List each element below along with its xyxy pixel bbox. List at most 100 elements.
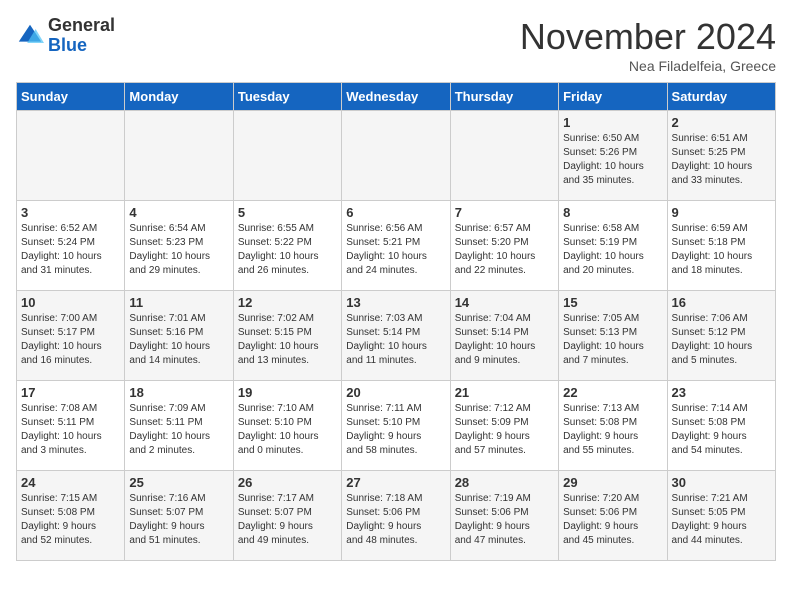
- day-info: Sunrise: 7:04 AM Sunset: 5:14 PM Dayligh…: [455, 312, 554, 368]
- day-number: 13: [346, 295, 445, 310]
- page-header: General Blue November 2024 Nea Filadelfe…: [16, 16, 776, 74]
- day-info: Sunrise: 7:05 AM Sunset: 5:13 PM Dayligh…: [563, 312, 662, 368]
- day-number: 24: [21, 475, 120, 490]
- day-info: Sunrise: 7:02 AM Sunset: 5:15 PM Dayligh…: [238, 312, 337, 368]
- day-info: Sunrise: 6:54 AM Sunset: 5:23 PM Dayligh…: [129, 222, 228, 278]
- calendar-cell: 18Sunrise: 7:09 AM Sunset: 5:11 PM Dayli…: [125, 381, 233, 471]
- calendar-cell: 19 Sunrise: 7:10 AM Sunset: 5:10 PM Dayli…: [233, 381, 341, 471]
- logo-general: General: [48, 16, 115, 36]
- day-info: Sunrise: 7:14 AM Sunset: 5:08 PM Dayligh…: [672, 402, 771, 458]
- header-thursday: Thursday: [450, 83, 558, 111]
- day-number: 28: [455, 475, 554, 490]
- day-info: Sunrise: 7:15 AM Sunset: 5:08 PM Dayligh…: [21, 492, 120, 548]
- calendar-cell: 7 Sunrise: 6:57 AM Sunset: 5:20 PM Daylig…: [450, 201, 558, 291]
- day-info: Sunrise: 7:10 AM Sunset: 5:10 PM Dayligh…: [238, 402, 337, 458]
- day-number: 10: [21, 295, 120, 310]
- calendar-week-row: 24 Sunrise: 7:15 AM Sunset: 5:08 PM Dayli…: [17, 471, 776, 561]
- day-number: 25: [129, 475, 228, 490]
- calendar-cell: 10Sunrise: 7:00 AM Sunset: 5:17 PM Dayli…: [17, 291, 125, 381]
- day-info: Sunrise: 7:03 AM Sunset: 5:14 PM Dayligh…: [346, 312, 445, 368]
- day-number: 26: [238, 475, 337, 490]
- calendar-week-row: 3 Sunrise: 6:52 AM Sunset: 5:24 PM Daylig…: [17, 201, 776, 291]
- calendar-cell: 5Sunrise: 6:55 AM Sunset: 5:22 PM Daylig…: [233, 201, 341, 291]
- day-number: 12: [238, 295, 337, 310]
- day-number: 20: [346, 385, 445, 400]
- day-info: Sunrise: 7:16 AM Sunset: 5:07 PM Dayligh…: [129, 492, 228, 548]
- calendar-cell: 23 Sunrise: 7:14 AM Sunset: 5:08 PM Dayli…: [667, 381, 775, 471]
- day-number: 9: [672, 205, 771, 220]
- day-info: Sunrise: 6:57 AM Sunset: 5:20 PM Dayligh…: [455, 222, 554, 278]
- day-number: 7: [455, 205, 554, 220]
- logo-blue: Blue: [48, 36, 115, 56]
- day-info: Sunrise: 7:11 AM Sunset: 5:10 PM Dayligh…: [346, 402, 445, 458]
- day-number: 11: [129, 295, 228, 310]
- calendar-cell: 26 Sunrise: 7:17 AM Sunset: 5:07 PM Dayli…: [233, 471, 341, 561]
- day-number: 19: [238, 385, 337, 400]
- day-number: 14: [455, 295, 554, 310]
- calendar-week-row: 1Sunrise: 6:50 AM Sunset: 5:26 PM Daylig…: [17, 111, 776, 201]
- calendar-cell: 15 Sunrise: 7:05 AM Sunset: 5:13 PM Dayli…: [559, 291, 667, 381]
- calendar-cell: 13 Sunrise: 7:03 AM Sunset: 5:14 PM Dayli…: [342, 291, 450, 381]
- day-info: Sunrise: 7:08 AM Sunset: 5:11 PM Dayligh…: [21, 402, 120, 458]
- day-info: Sunrise: 7:06 AM Sunset: 5:12 PM Dayligh…: [672, 312, 771, 368]
- calendar-week-row: 10Sunrise: 7:00 AM Sunset: 5:17 PM Dayli…: [17, 291, 776, 381]
- title-area: November 2024 Nea Filadelfeia, Greece: [520, 16, 776, 74]
- calendar-cell: [17, 111, 125, 201]
- day-info: Sunrise: 7:12 AM Sunset: 5:09 PM Dayligh…: [455, 402, 554, 458]
- day-number: 8: [563, 205, 662, 220]
- header-saturday: Saturday: [667, 83, 775, 111]
- calendar-cell: 11 Sunrise: 7:01 AM Sunset: 5:16 PM Dayli…: [125, 291, 233, 381]
- calendar-cell: 16Sunrise: 7:06 AM Sunset: 5:12 PM Dayli…: [667, 291, 775, 381]
- calendar-week-row: 17 Sunrise: 7:08 AM Sunset: 5:11 PM Dayli…: [17, 381, 776, 471]
- calendar-cell: 6Sunrise: 6:56 AM Sunset: 5:21 PM Daylig…: [342, 201, 450, 291]
- day-info: Sunrise: 6:52 AM Sunset: 5:24 PM Dayligh…: [21, 222, 120, 278]
- calendar-cell: 27 Sunrise: 7:18 AM Sunset: 5:06 PM Dayli…: [342, 471, 450, 561]
- calendar-cell: 3 Sunrise: 6:52 AM Sunset: 5:24 PM Daylig…: [17, 201, 125, 291]
- day-number: 17: [21, 385, 120, 400]
- day-info: Sunrise: 6:50 AM Sunset: 5:26 PM Dayligh…: [563, 132, 662, 188]
- calendar-cell: 8Sunrise: 6:58 AM Sunset: 5:19 PM Daylig…: [559, 201, 667, 291]
- calendar-cell: [342, 111, 450, 201]
- day-number: 4: [129, 205, 228, 220]
- header-sunday: Sunday: [17, 83, 125, 111]
- day-info: Sunrise: 7:13 AM Sunset: 5:08 PM Dayligh…: [563, 402, 662, 458]
- calendar-cell: [125, 111, 233, 201]
- day-info: Sunrise: 7:01 AM Sunset: 5:16 PM Dayligh…: [129, 312, 228, 368]
- day-number: 27: [346, 475, 445, 490]
- calendar-cell: 28Sunrise: 7:19 AM Sunset: 5:06 PM Dayli…: [450, 471, 558, 561]
- calendar-cell: 20 Sunrise: 7:11 AM Sunset: 5:10 PM Dayli…: [342, 381, 450, 471]
- day-info: Sunrise: 7:17 AM Sunset: 5:07 PM Dayligh…: [238, 492, 337, 548]
- calendar-cell: 29Sunrise: 7:20 AM Sunset: 5:06 PM Dayli…: [559, 471, 667, 561]
- day-info: Sunrise: 6:59 AM Sunset: 5:18 PM Dayligh…: [672, 222, 771, 278]
- day-number: 3: [21, 205, 120, 220]
- day-number: 15: [563, 295, 662, 310]
- day-info: Sunrise: 7:18 AM Sunset: 5:06 PM Dayligh…: [346, 492, 445, 548]
- day-number: 21: [455, 385, 554, 400]
- calendar-cell: 22 Sunrise: 7:13 AM Sunset: 5:08 PM Dayli…: [559, 381, 667, 471]
- logo-icon: [16, 22, 44, 50]
- month-title: November 2024: [520, 16, 776, 58]
- calendar-cell: 2Sunrise: 6:51 AM Sunset: 5:25 PM Daylig…: [667, 111, 775, 201]
- day-number: 23: [672, 385, 771, 400]
- calendar-cell: 17 Sunrise: 7:08 AM Sunset: 5:11 PM Dayli…: [17, 381, 125, 471]
- calendar-cell: 30 Sunrise: 7:21 AM Sunset: 5:05 PM Dayli…: [667, 471, 775, 561]
- calendar-cell: 1Sunrise: 6:50 AM Sunset: 5:26 PM Daylig…: [559, 111, 667, 201]
- day-info: Sunrise: 7:20 AM Sunset: 5:06 PM Dayligh…: [563, 492, 662, 548]
- logo-text: General Blue: [48, 16, 115, 56]
- day-number: 22: [563, 385, 662, 400]
- location-subtitle: Nea Filadelfeia, Greece: [520, 58, 776, 74]
- calendar-cell: 25 Sunrise: 7:16 AM Sunset: 5:07 PM Dayli…: [125, 471, 233, 561]
- day-number: 30: [672, 475, 771, 490]
- header-tuesday: Tuesday: [233, 83, 341, 111]
- calendar-cell: 4 Sunrise: 6:54 AM Sunset: 5:23 PM Daylig…: [125, 201, 233, 291]
- calendar-cell: 24 Sunrise: 7:15 AM Sunset: 5:08 PM Dayli…: [17, 471, 125, 561]
- logo: General Blue: [16, 16, 115, 56]
- calendar-cell: 9 Sunrise: 6:59 AM Sunset: 5:18 PM Daylig…: [667, 201, 775, 291]
- calendar-table: SundayMondayTuesdayWednesdayThursdayFrid…: [16, 82, 776, 561]
- day-info: Sunrise: 6:56 AM Sunset: 5:21 PM Dayligh…: [346, 222, 445, 278]
- calendar-cell: [233, 111, 341, 201]
- calendar-cell: 21 Sunrise: 7:12 AM Sunset: 5:09 PM Dayli…: [450, 381, 558, 471]
- calendar-cell: 14 Sunrise: 7:04 AM Sunset: 5:14 PM Dayli…: [450, 291, 558, 381]
- calendar-cell: [450, 111, 558, 201]
- day-info: Sunrise: 7:21 AM Sunset: 5:05 PM Dayligh…: [672, 492, 771, 548]
